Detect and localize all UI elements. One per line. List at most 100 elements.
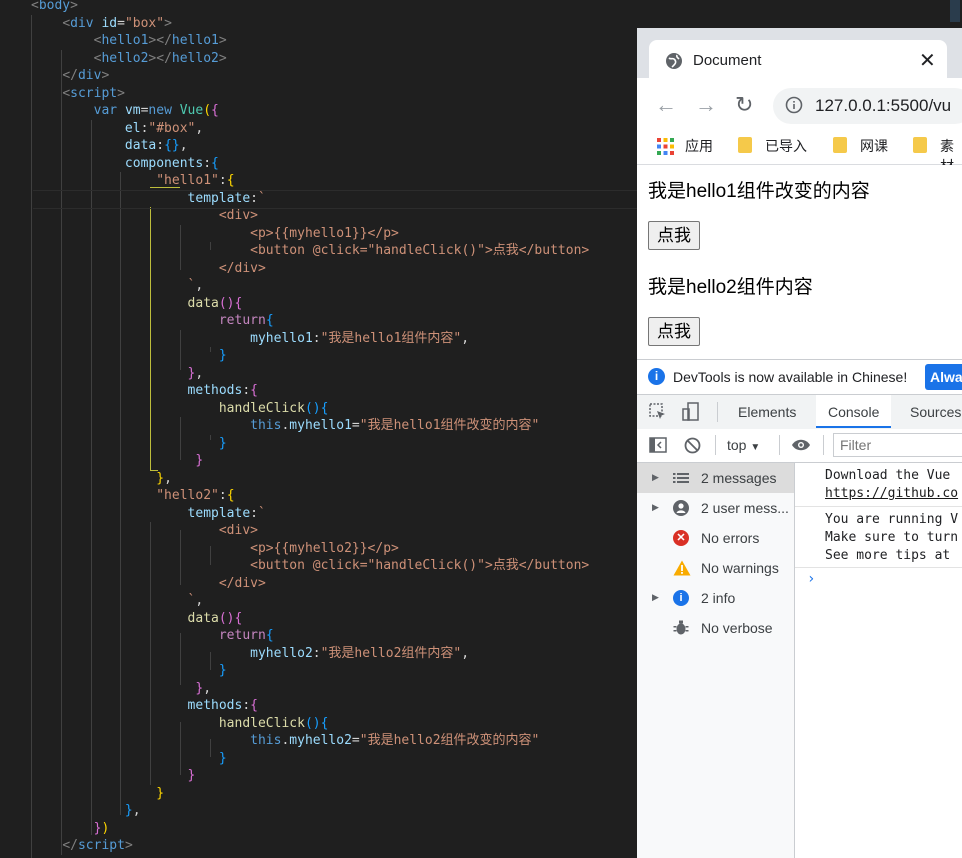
code-line[interactable]: </div> [31, 67, 109, 85]
code-line[interactable]: <body> [31, 0, 78, 15]
code-line[interactable]: </div> [31, 575, 266, 593]
hello1-click-button[interactable]: 点我 [648, 221, 700, 250]
console-link[interactable]: https://github.co [825, 486, 958, 501]
device-toolbar-icon[interactable] [681, 402, 701, 427]
clear-console-icon[interactable] [684, 437, 701, 459]
dropdown-caret-icon: ▼ [750, 442, 761, 453]
bookmark-courses[interactable]: 网课 [860, 136, 888, 156]
code-line[interactable]: }, [31, 470, 172, 488]
code-line[interactable]: <p>{{myhello1}}</p> [31, 225, 399, 243]
sidebar-item-user-messages[interactable]: ▶ 2 user mess... [637, 493, 794, 523]
code-token: , [195, 278, 204, 293]
apps-grid-icon[interactable] [657, 138, 674, 160]
expand-arrow-icon[interactable]: ▶ [652, 592, 659, 603]
code-line[interactable]: <script> [31, 85, 125, 103]
code-line[interactable]: </div> [31, 260, 266, 278]
sidebar-item-info[interactable]: ▶ i 2 info [637, 583, 794, 613]
tab-elements[interactable]: Elements [738, 404, 796, 420]
live-expression-eye-icon[interactable] [791, 438, 811, 457]
code-line[interactable]: handleClick(){ [31, 400, 329, 418]
address-bar[interactable]: 127.0.0.1:5500/vu [773, 88, 962, 124]
code-line[interactable]: handleClick(){ [31, 715, 329, 733]
code-token: handleClick [218, 715, 305, 731]
console-prompt-icon[interactable]: › [807, 571, 815, 587]
code-line[interactable]: methods:{ [31, 697, 258, 715]
code-line[interactable]: "hello2":{ [31, 487, 234, 505]
forward-icon[interactable]: → [695, 92, 717, 118]
code-line[interactable]: this.myhello1="我是hello1组件改变的内容" [31, 417, 539, 435]
code-line[interactable]: return{ [31, 627, 274, 645]
code-line[interactable]: } [31, 435, 227, 453]
code-line[interactable]: </script> [31, 837, 132, 855]
sidebar-item-warnings[interactable]: No warnings [637, 553, 794, 583]
code-line[interactable]: myhello1:"我是hello1组件内容", [31, 330, 469, 348]
code-token: } [195, 453, 204, 468]
code-line[interactable]: myhello2:"我是hello2组件内容", [31, 645, 469, 663]
sidebar-toggle-icon[interactable] [649, 437, 667, 458]
code-line[interactable]: "hello1":{ [31, 172, 234, 190]
code-line[interactable]: <button @click="handleClick()">点我</butto… [31, 242, 589, 260]
code-line[interactable]: <hello2></hello2> [31, 50, 227, 68]
expand-arrow-icon[interactable]: ▶ [652, 502, 659, 513]
code-line[interactable]: } [31, 750, 227, 768]
code-line[interactable]: } [31, 662, 227, 680]
expand-arrow-icon[interactable]: ▶ [652, 472, 659, 483]
code-line[interactable]: methods:{ [31, 382, 258, 400]
sidebar-item-verbose[interactable]: No verbose [637, 613, 794, 643]
context-selector[interactable]: top ▼ [727, 437, 760, 453]
code-line[interactable]: }, [31, 680, 211, 698]
reload-icon[interactable]: ↻ [735, 92, 753, 118]
code-line[interactable]: <div> [31, 207, 258, 225]
always-match-button[interactable]: Alwa [925, 364, 962, 390]
code-line[interactable]: <div id="box"> [31, 15, 172, 33]
code-line[interactable]: <hello1></hello1> [31, 32, 227, 50]
code-line[interactable]: `, [31, 277, 204, 295]
user-icon [673, 500, 689, 516]
code-line[interactable]: template:` [31, 190, 266, 208]
browser-tab[interactable]: Document ✕ [649, 40, 947, 80]
code-line[interactable]: }, [31, 802, 141, 820]
code-line[interactable]: var vm=new Vue({ [31, 102, 219, 120]
sidebar-item-messages[interactable]: ▶ 2 messages [637, 463, 794, 493]
code-line[interactable]: template:` [31, 505, 266, 523]
tab-sources[interactable]: Sources [910, 404, 961, 420]
site-info-icon[interactable] [785, 96, 803, 119]
code-line[interactable]: data(){ [31, 295, 243, 313]
code-line[interactable]: return{ [31, 312, 274, 330]
sidebar-item-errors[interactable]: ✕ No errors [637, 523, 794, 553]
code-line[interactable]: `, [31, 592, 204, 610]
code-token: this [250, 733, 282, 748]
code-line[interactable]: } [31, 347, 227, 365]
code-line[interactable]: } [31, 785, 164, 803]
code-line[interactable]: } [31, 767, 196, 785]
code-token: div [70, 15, 94, 31]
console-filter-input[interactable] [833, 433, 962, 457]
tab-console[interactable]: Console [816, 395, 892, 428]
code-line[interactable]: el:"#box", [31, 120, 203, 138]
hello2-click-button[interactable]: 点我 [648, 317, 700, 346]
code-line[interactable]: this.myhello2="我是hello2组件改变的内容" [31, 732, 539, 750]
bookmark-apps[interactable]: 应用 [685, 136, 713, 156]
bookmark-imported[interactable]: 已导入 [765, 136, 807, 156]
close-icon[interactable]: ✕ [919, 48, 936, 73]
inspect-element-icon[interactable] [649, 403, 667, 426]
console-output[interactable]: Download the Vue https://github.co You a… [795, 463, 962, 858]
code-token: () [304, 400, 321, 416]
code-line[interactable]: <button @click="handleClick()">点我</butto… [31, 557, 589, 575]
list-icon [673, 470, 689, 486]
code-line[interactable]: <p>{{myhello2}}</p> [31, 540, 399, 558]
code-line[interactable]: } [31, 452, 203, 470]
code-line[interactable]: }) [31, 820, 110, 838]
code-line[interactable]: <div> [31, 522, 258, 540]
minimap-slider[interactable] [950, 0, 960, 22]
code-line[interactable]: data:{}, [31, 137, 188, 155]
code-line[interactable]: }, [31, 365, 204, 383]
code-line[interactable]: data(){ [31, 610, 243, 628]
folder-icon [833, 137, 847, 153]
code-line[interactable]: components:{ [31, 155, 219, 173]
back-icon[interactable]: ← [655, 92, 677, 118]
